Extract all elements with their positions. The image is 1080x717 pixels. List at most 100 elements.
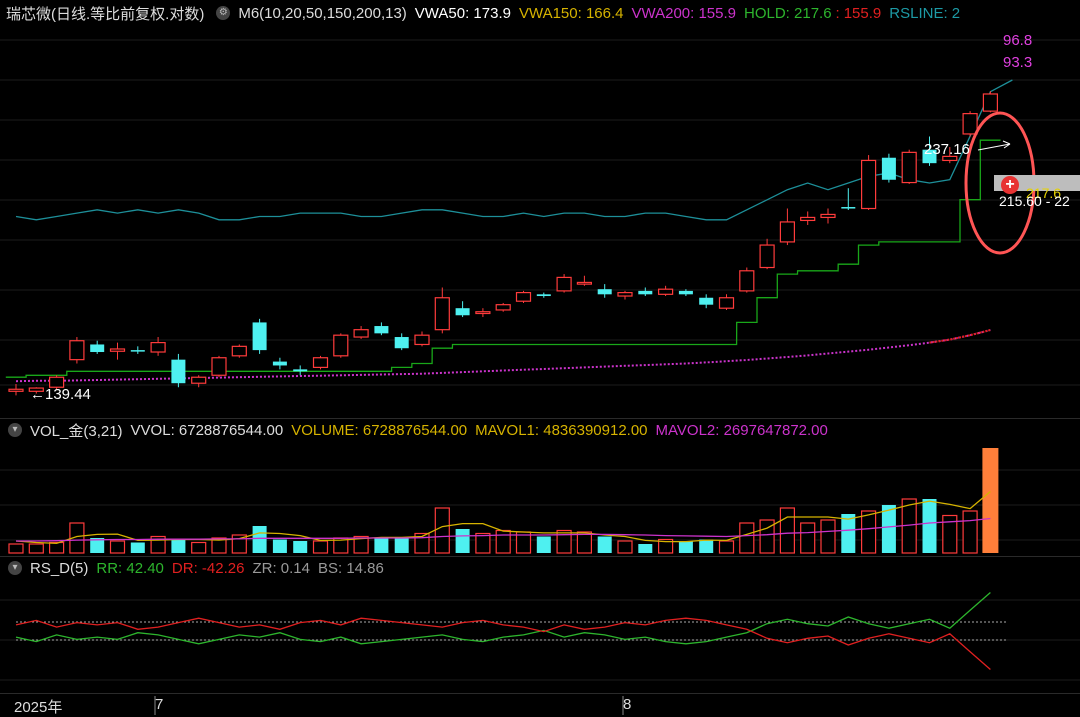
add-marker-icon[interactable]: +: [1001, 176, 1019, 194]
candle-body: [800, 216, 816, 222]
candle-body: [130, 350, 145, 352]
x-label-year: 2025年: [14, 699, 63, 716]
candle-body: [597, 289, 612, 295]
volume-bar: [860, 510, 877, 554]
volume-bar: [820, 519, 836, 554]
candle-body: [475, 311, 491, 315]
volume-bar: [434, 507, 450, 554]
volume-bar: [48, 541, 65, 554]
vwa200-series: [15, 329, 991, 383]
candle-body: [779, 221, 796, 243]
candle-body: [109, 348, 126, 352]
volume-bar: [982, 448, 999, 553]
volume-bar: [576, 531, 593, 554]
volume-bar: [333, 537, 349, 554]
volume-bar: [962, 510, 978, 554]
volume-bar: [69, 522, 85, 554]
vwa50-label: VWA50: 173.9: [414, 4, 511, 22]
candle-body: [718, 297, 735, 309]
hold-separator: :: [835, 4, 840, 22]
candle-body: [982, 93, 999, 112]
candle-body: [171, 359, 186, 384]
pane-separator-3: [0, 693, 1080, 694]
volume-bar: [759, 519, 775, 554]
volume-bar: [495, 529, 511, 554]
rsline-series: [15, 79, 1013, 221]
collapse-icon[interactable]: ▾: [8, 561, 22, 575]
volume-bar: [374, 538, 389, 553]
rs-header: ▾ RS_D(5) RR: 42.40 DR: -42.26 ZR: 0.14 …: [0, 555, 1080, 581]
settings-icon[interactable]: ⚙: [216, 6, 231, 20]
volume-bar: [475, 532, 491, 554]
crosshair-range-label: 215.60 - 22: [999, 193, 1070, 209]
volume-bar: [901, 498, 917, 554]
candle-body: [576, 281, 593, 285]
volume-bar: [881, 505, 896, 553]
volume-bar: [231, 534, 247, 554]
chart-canvas[interactable]: [0, 0, 1080, 715]
candle-body: [211, 357, 227, 376]
volume-bar: [8, 543, 24, 554]
candle-body: [617, 291, 633, 297]
volume-bar: [536, 536, 551, 553]
candle-body: [414, 334, 430, 346]
volume-bar: [678, 541, 693, 553]
volume-bar: [617, 540, 633, 554]
candle-body: [860, 159, 877, 210]
hold-label: HOLD: 217.6: [744, 4, 832, 22]
main-chart-header: 瑞芯微(日线.等比前复权.对数) ⚙ M6(10,20,50,150,200,1…: [0, 0, 1080, 26]
candle-body: [191, 376, 207, 384]
volume-bar: [90, 538, 105, 553]
collapse-icon[interactable]: ▾: [8, 423, 22, 437]
candle-body: [678, 290, 693, 295]
stock-title: 瑞芯微(日线.等比前复权.对数): [6, 5, 205, 23]
volume-bar: [191, 541, 207, 554]
volume-bar: [455, 529, 470, 553]
volume-bar: [312, 540, 329, 554]
rsline-label: RSLINE: 2: [889, 4, 961, 22]
rs-value-1: 96.8: [1003, 32, 1033, 49]
candle-body: [69, 340, 85, 361]
mavol1-series: [15, 491, 991, 545]
x-label-month-8: 8: [623, 696, 632, 713]
mavol1-label: MAVOL1: 4836390912.00: [475, 421, 648, 439]
m6-label: M6(10,20,50,150,200,13): [238, 4, 407, 22]
candle-body: [901, 151, 917, 184]
volume-bar: [942, 514, 958, 554]
volume-bar: [211, 537, 227, 554]
candle-body: [272, 361, 287, 366]
volume-bar: [515, 531, 532, 554]
candle-body: [353, 329, 369, 338]
volume-bar: [109, 540, 126, 554]
dr-label: DR: -42.26: [171, 559, 245, 577]
candle-body: [150, 342, 166, 353]
mavol2-series: [16, 517, 991, 542]
volume-bar: [28, 543, 44, 554]
low-price-annotation: ←139.44: [30, 386, 91, 403]
volume-bar: [699, 539, 714, 553]
candle-body: [455, 308, 470, 316]
candle-body: [90, 344, 105, 353]
volume-bar: [394, 538, 409, 553]
volume-bar: [556, 529, 572, 554]
candle-body: [881, 157, 896, 180]
hold2-label: 155.9: [843, 4, 882, 22]
candle-body: [495, 304, 511, 311]
rr-series: [15, 592, 991, 645]
vwa200-label: VWA200: 155.9: [631, 4, 736, 22]
candle-body: [312, 357, 329, 369]
volume-label: VOLUME: 6728876544.00: [291, 421, 468, 439]
candle-body: [252, 322, 267, 351]
volume-header: ▾ VOL_金(3,21) VVOL: 6728876544.00 VOLUME…: [0, 417, 1080, 443]
candle-body: [515, 291, 532, 302]
vol-title: VOL_金(3,21): [30, 422, 123, 440]
candle-body: [638, 290, 653, 295]
volume-bar: [597, 536, 612, 553]
volume-bar: [841, 514, 856, 553]
high-price-arrow: [977, 143, 1011, 151]
hold-series: [5, 139, 1001, 378]
volume-bar: [171, 539, 186, 553]
mavol2-label: MAVOL2: 2697647872.00: [655, 421, 828, 439]
high-price-annotation: 237.16: [924, 141, 970, 158]
zr-label: ZR: 0.14: [252, 559, 310, 577]
